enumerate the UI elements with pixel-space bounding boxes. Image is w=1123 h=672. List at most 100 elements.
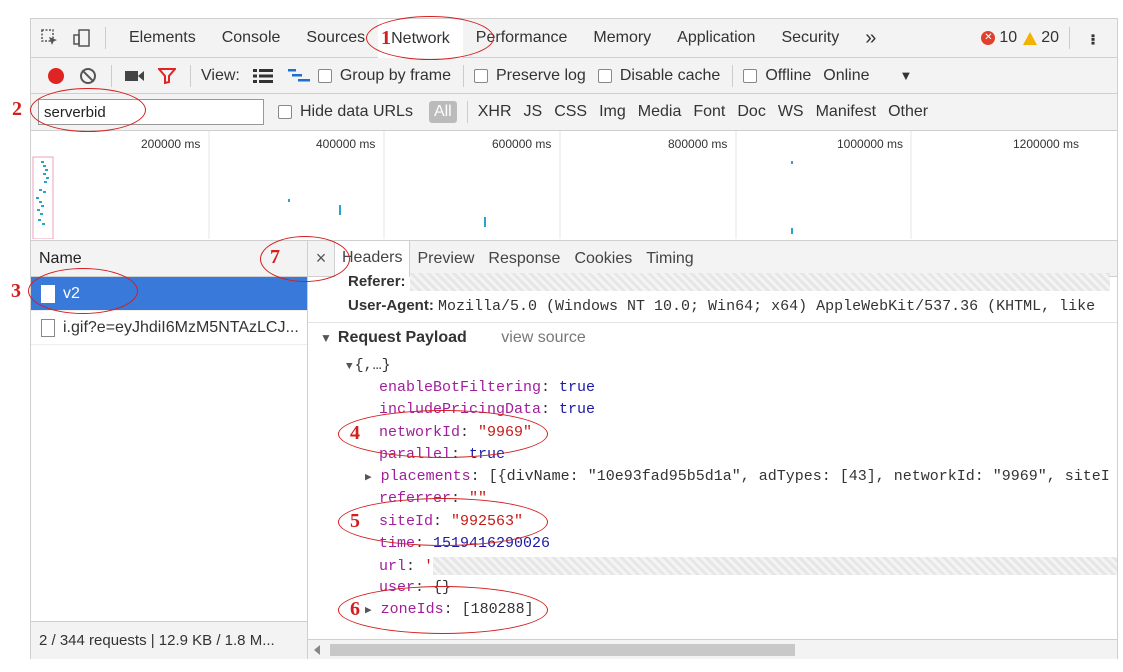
type-filter-other[interactable]: Other <box>888 103 928 121</box>
warning-icon <box>1023 31 1038 45</box>
capture-screenshots-icon[interactable] <box>122 63 148 89</box>
tab-console[interactable]: Console <box>209 18 294 58</box>
throttling-select[interactable]: Online ▼ <box>823 67 912 85</box>
tab-timing[interactable]: Timing <box>639 241 700 277</box>
group-by-frame-label: Group by frame <box>339 66 451 84</box>
annotation-number: 5 <box>350 510 360 532</box>
timeline-tick: 400000 ms <box>316 137 376 151</box>
annotation-ellipse <box>338 586 548 634</box>
payload-entry-expandable[interactable]: ▶ placements: [{divName: "10e93fad95b5d1… <box>365 468 1110 485</box>
payload-entry: enableBotFiltering: true <box>379 379 596 396</box>
tab-application[interactable]: Application <box>664 18 768 58</box>
chevron-down-icon: ▼ <box>899 68 913 83</box>
scrollbar-thumb[interactable] <box>330 644 795 656</box>
network-overview-timeline[interactable]: 200000 ms 400000 ms 600000 ms 800000 ms … <box>30 131 1118 241</box>
devtools-tab-bar: Elements Console Sources Network Perform… <box>30 18 1118 58</box>
type-filter-js[interactable]: JS <box>524 103 543 121</box>
filter-bar: Hide data URLs All XHR JS CSS Img Media … <box>30 94 1118 131</box>
type-filter-media[interactable]: Media <box>638 103 682 121</box>
checkbox-icon <box>317 68 332 83</box>
tab-response[interactable]: Response <box>481 241 567 277</box>
more-tabs-button[interactable]: » <box>852 18 889 58</box>
waterfall-overview-icon[interactable] <box>286 63 312 89</box>
redacted-value <box>433 557 1117 575</box>
tab-cookies[interactable]: Cookies <box>567 241 639 277</box>
payload-root[interactable]: ▼ {,…} <box>346 357 391 374</box>
separator <box>466 101 468 123</box>
user-agent-label: User-Agent: <box>348 297 434 314</box>
separator <box>1069 27 1070 49</box>
annotation-number: 3 <box>11 280 21 302</box>
timeline-tick: 1000000 ms <box>837 137 904 151</box>
checkbox-icon <box>743 68 758 83</box>
checkbox-icon <box>597 68 612 83</box>
separator <box>732 64 734 87</box>
offline-checkbox[interactable]: Offline <box>743 67 811 85</box>
disable-cache-label: Disable cache <box>619 66 721 84</box>
annotation-number: 4 <box>350 422 360 444</box>
scroll-left-icon[interactable] <box>314 645 320 655</box>
referer-label: Referer: <box>348 273 406 290</box>
tab-preview[interactable]: Preview <box>410 241 481 277</box>
preserve-log-label: Preserve log <box>496 66 586 84</box>
clear-icon <box>80 67 96 84</box>
annotation-ellipse <box>28 268 138 314</box>
device-toolbar-icon[interactable] <box>69 25 95 51</box>
separator <box>111 64 112 87</box>
type-filter-css[interactable]: CSS <box>554 103 587 121</box>
error-counter[interactable]: ✕ 10 <box>981 29 1017 47</box>
more-options-icon[interactable]: ··· <box>1080 33 1103 44</box>
horizontal-scrollbar[interactable] <box>308 639 1117 659</box>
requests-summary: 2 / 344 requests | 12.9 KB / 1.8 M... <box>31 621 307 659</box>
expand-triangle-icon: ▼ <box>346 361 353 373</box>
offline-label: Offline <box>765 66 812 84</box>
expand-triangle-icon: ▼ <box>320 331 332 345</box>
type-filter-ws[interactable]: WS <box>778 103 804 121</box>
error-count: 10 <box>999 29 1018 46</box>
separator <box>190 64 191 87</box>
preserve-log-checkbox[interactable]: Preserve log <box>474 67 586 85</box>
tab-security[interactable]: Security <box>768 18 852 58</box>
type-filter-doc[interactable]: Doc <box>737 103 765 121</box>
disable-cache-checkbox[interactable]: Disable cache <box>597 66 721 85</box>
record-button[interactable] <box>43 63 69 89</box>
annotation-ellipse <box>338 498 548 546</box>
type-filter-all[interactable]: All <box>428 101 457 123</box>
separator <box>105 27 106 49</box>
request-name: i.gif?e=eyJhdiI6MzM5NTAzLCJ... <box>63 318 299 336</box>
request-row[interactable]: i.gif?e=eyJhdiI6MzM5NTAzLCJ... <box>31 311 307 345</box>
hide-data-urls-checkbox[interactable]: Hide data URLs <box>278 103 413 121</box>
detail-tab-bar: × Headers Preview Response Cookies Timin… <box>308 241 1117 277</box>
annotation-number: 6 <box>350 598 360 620</box>
type-filter-img[interactable]: Img <box>599 103 626 121</box>
record-icon <box>48 67 64 84</box>
user-agent-value: Mozilla/5.0 (Windows NT 10.0; Win64; x64… <box>438 298 1096 315</box>
inspect-element-icon[interactable] <box>37 25 63 51</box>
annotation-number: 2 <box>12 98 22 120</box>
large-rows-icon[interactable] <box>250 63 276 89</box>
timeline-tick: 600000 ms <box>492 137 552 151</box>
checkbox-icon <box>278 105 292 119</box>
document-icon <box>41 318 55 337</box>
request-payload-section[interactable]: ▼ Request Payload view source <box>320 329 586 347</box>
payload-entry: url: ' <box>379 557 1117 575</box>
annotation-number: 1 <box>381 27 391 49</box>
user-agent-header: User-Agent: Mozilla/5.0 (Windows NT 10.0… <box>348 297 1095 315</box>
referer-header: Referer: <box>348 273 1110 292</box>
warning-counter[interactable]: 20 <box>1023 29 1059 47</box>
group-by-frame-checkbox[interactable]: Group by frame <box>317 66 451 85</box>
type-filter-manifest[interactable]: Manifest <box>816 103 876 121</box>
tab-elements[interactable]: Elements <box>116 18 209 58</box>
expand-triangle-icon: ▶ <box>365 472 372 484</box>
throttling-value: Online <box>823 66 870 84</box>
tab-memory[interactable]: Memory <box>580 18 664 58</box>
request-payload-title: Request Payload <box>337 329 467 346</box>
annotation-ellipse <box>338 410 548 458</box>
type-filter-xhr[interactable]: XHR <box>478 103 512 121</box>
view-label: View: <box>201 66 240 84</box>
view-source-link[interactable]: view source <box>501 329 585 346</box>
type-filter-font[interactable]: Font <box>693 103 725 121</box>
annotation-ellipse <box>30 88 146 132</box>
filter-icon[interactable] <box>154 63 180 89</box>
clear-button[interactable] <box>75 63 101 89</box>
